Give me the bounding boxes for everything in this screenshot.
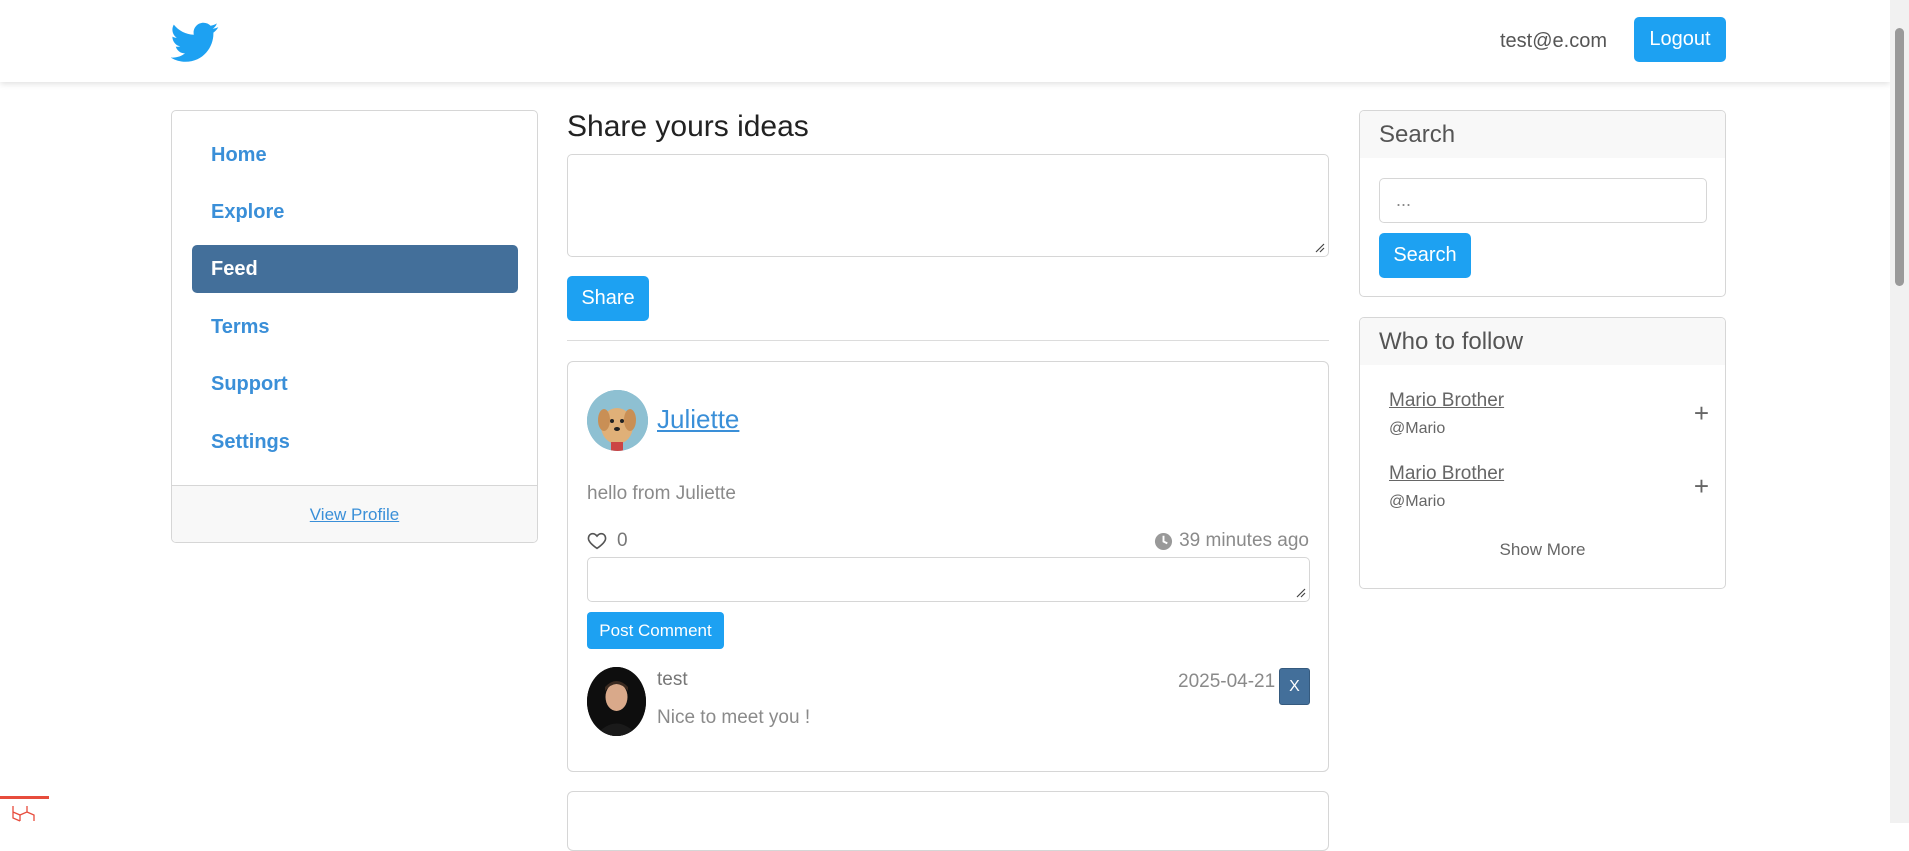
who-to-follow-panel: Who to follow Mario Brother @Mario + Mar… xyxy=(1359,317,1726,589)
commenter-avatar[interactable] xyxy=(587,667,646,736)
page-scrollbar[interactable] xyxy=(1890,0,1909,823)
view-profile-link[interactable]: View Profile xyxy=(310,505,399,524)
post-comment-button[interactable]: Post Comment xyxy=(587,612,724,649)
follow-name-link[interactable]: Mario Brother xyxy=(1389,463,1504,485)
clock-icon xyxy=(1155,532,1173,550)
author-avatar[interactable] xyxy=(587,390,648,451)
scrollbar-thumb[interactable] xyxy=(1895,28,1904,286)
sidebar-footer: View Profile xyxy=(172,485,537,542)
user-email: test@e.com xyxy=(1500,30,1608,52)
follow-handle: @Mario xyxy=(1389,493,1446,510)
sidebar-item-feed[interactable]: Feed xyxy=(192,245,518,293)
comment-text: Nice to meet you ! xyxy=(657,707,811,728)
sidebar-item-support[interactable]: Support xyxy=(192,360,518,408)
top-navbar: test@e.com Logout xyxy=(0,0,1890,82)
share-textarea[interactable] xyxy=(567,154,1329,257)
follow-name-link[interactable]: Mario Brother xyxy=(1389,390,1504,412)
sidebar-item-explore[interactable]: Explore xyxy=(192,188,518,236)
twitter-bird-icon[interactable] xyxy=(171,18,219,66)
divider xyxy=(567,340,1329,341)
comment-date: 2025-04-21 xyxy=(1178,671,1276,692)
share-button[interactable]: Share xyxy=(567,276,649,321)
search-panel-title: Search xyxy=(1360,111,1725,158)
person-avatar-icon xyxy=(587,667,646,736)
follow-plus-icon[interactable]: + xyxy=(1694,471,1709,502)
resize-grip-icon[interactable] xyxy=(1296,588,1306,598)
sidebar-nav: Home Explore Feed Terms Support Settings… xyxy=(171,110,538,543)
follow-suggestion: Mario Brother @Mario + xyxy=(1389,390,1709,446)
laravel-logo-icon xyxy=(12,806,35,822)
comment-username: test xyxy=(657,669,688,690)
show-more-link[interactable]: Show More xyxy=(1360,540,1725,560)
post-card xyxy=(567,791,1329,851)
dog-avatar-icon xyxy=(587,390,648,451)
composer-title: Share yours ideas xyxy=(567,110,809,143)
like-count: 0 xyxy=(617,530,628,551)
debugbar-badge[interactable] xyxy=(0,796,49,823)
comment-input[interactable] xyxy=(587,557,1310,602)
follow-handle: @Mario xyxy=(1389,420,1446,437)
like-row: 0 xyxy=(587,530,628,552)
heart-icon[interactable] xyxy=(587,532,607,550)
sidebar-item-settings[interactable]: Settings xyxy=(192,418,518,466)
logout-button[interactable]: Logout xyxy=(1634,17,1726,62)
follow-suggestion: Mario Brother @Mario + xyxy=(1389,463,1709,519)
search-button[interactable]: Search xyxy=(1379,233,1471,278)
post-author-link[interactable]: Juliette xyxy=(657,404,739,435)
follow-plus-icon[interactable]: + xyxy=(1694,398,1709,429)
sidebar-item-terms[interactable]: Terms xyxy=(192,303,518,351)
sidebar-item-home[interactable]: Home xyxy=(192,131,518,179)
post-time: 39 minutes ago xyxy=(1154,530,1309,552)
post-time-ago: 39 minutes ago xyxy=(1179,530,1309,551)
search-panel: Search Search xyxy=(1359,110,1726,297)
search-input[interactable] xyxy=(1379,178,1707,223)
delete-comment-button[interactable]: X xyxy=(1279,668,1310,705)
post-content: hello from Juliette xyxy=(587,483,736,504)
post-card: Juliette hello from Juliette 0 39 minute… xyxy=(567,361,1329,772)
resize-grip-icon[interactable] xyxy=(1315,243,1325,253)
who-to-follow-title: Who to follow xyxy=(1360,318,1725,365)
